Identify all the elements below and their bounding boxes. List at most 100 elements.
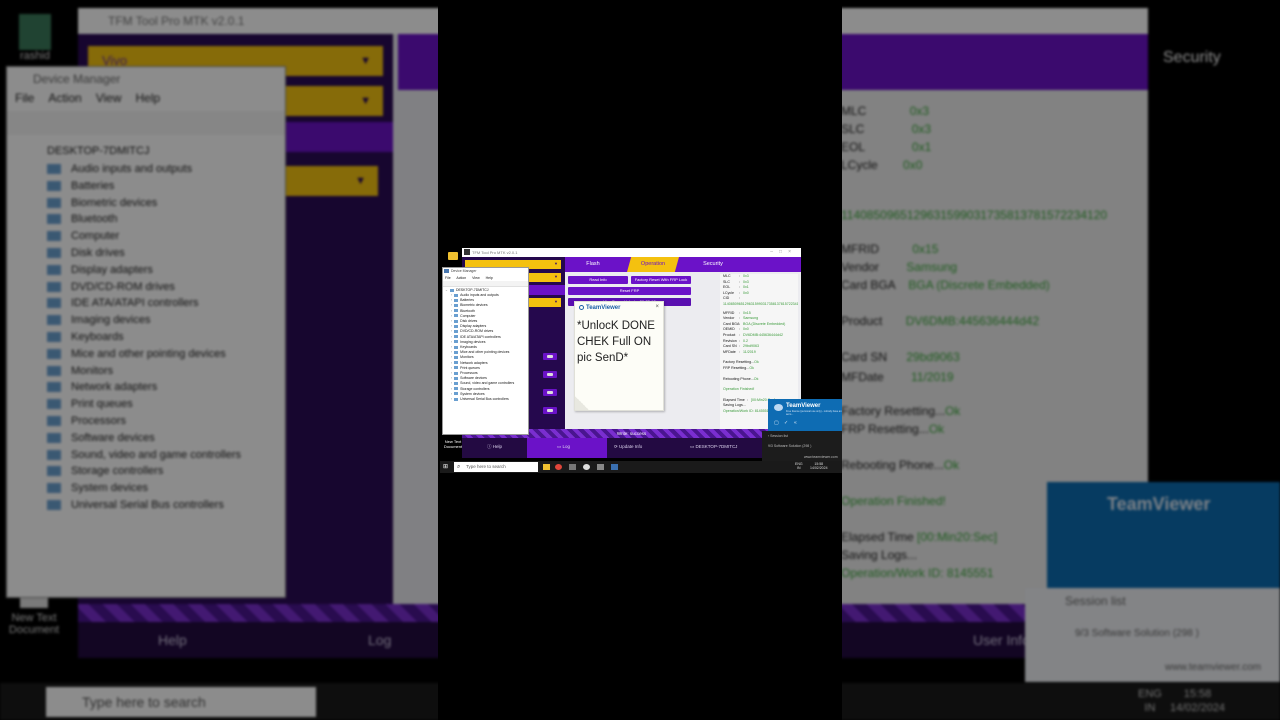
teamviewer-session-list: › Session list 9/3 Software Solution (29… (762, 431, 842, 463)
dm-category[interactable]: › Disk drives (451, 319, 477, 323)
teamviewer-note: TeamViewer × *UnlocK DONE CHEK Full ON p… (574, 301, 664, 411)
dm-menu-file[interactable]: File (445, 276, 451, 280)
dm-category[interactable]: › Batteries (451, 298, 474, 302)
teamviewer-desc: Free license (personal use only) - nobod… (786, 410, 842, 416)
session-item[interactable]: 9/3 Software Solution (298 ) (768, 444, 811, 448)
bg-device-manager: Device Manager File Action View Help DESKTO… (6, 66, 286, 598)
dm-category[interactable]: › Processors (451, 371, 478, 375)
device-category-icon (454, 309, 459, 313)
dm-category[interactable]: › Imaging devices (451, 340, 485, 344)
tab-security[interactable]: Security (689, 257, 737, 272)
dm-category[interactable]: › Computer (451, 314, 476, 318)
app-icon-4[interactable] (583, 464, 590, 470)
left-row-button-1[interactable] (543, 353, 557, 360)
dm-category[interactable]: › Audio inputs and outputs (451, 293, 499, 297)
note-corner (575, 396, 589, 410)
dm-category[interactable]: › Biometric devices (451, 303, 488, 307)
device-category-icon (454, 319, 459, 323)
tab-flash[interactable]: Flash (571, 257, 615, 272)
tab-operation[interactable]: Operation (627, 257, 679, 272)
dm-category[interactable]: › Monitors (451, 355, 474, 359)
log-button[interactable]: ▭ Log (557, 444, 570, 450)
dm-category[interactable]: › Keyboards (451, 345, 477, 349)
help-button[interactable]: ⓘ Help (487, 444, 502, 450)
reset-frp-button[interactable]: Reset FRP (568, 287, 691, 295)
bg-dm-category: Sound, video and game controllers (47, 449, 241, 461)
copy-icon[interactable]: ▢ (774, 420, 779, 426)
read-info-button[interactable]: Read Info (568, 276, 628, 284)
app-icon-3[interactable] (569, 464, 576, 470)
bg-dm-category: Processors (47, 415, 126, 427)
tfm-bottom-bar: ⓘ Help ▭ Log ⟳ Update Info ▭ DESKTOP-7DM… (462, 438, 801, 458)
dm-category[interactable]: › Universal Serial Bus controllers (451, 397, 509, 401)
app-icon-5[interactable] (597, 464, 604, 470)
note-header: TeamViewer (579, 305, 620, 311)
bg-dm-category: Display adapters (47, 264, 153, 276)
bg-dm-category: Keyboards (47, 331, 124, 343)
device-category-icon (454, 340, 459, 344)
dm-category[interactable]: › Storage controllers (451, 387, 490, 391)
bg-dm-category: Biometric devices (47, 197, 157, 209)
device-category-icon (454, 350, 459, 354)
taskbar-search[interactable]: Type here to search (454, 462, 538, 472)
left-row-button-3[interactable] (543, 389, 557, 396)
computer-icon (449, 288, 454, 292)
arrow-icon[interactable]: « (794, 420, 797, 426)
bg-dm-category: Imaging devices (47, 314, 151, 326)
pc-name-label: ▭ DESKTOP-7DMITCJ (690, 444, 738, 449)
device-category-icon (454, 314, 459, 318)
dm-category[interactable]: › Print queues (451, 366, 480, 370)
dm-category[interactable]: › Network adapters (451, 361, 488, 365)
dm-root-node[interactable]: ⌄ DESKTOP-7DMITCJ (445, 288, 489, 292)
bg-dm-category: Network adapters (47, 381, 157, 393)
dm-category[interactable]: › Sound, video and game controllers (451, 381, 514, 385)
bg-dm-category: Bluetooth (47, 213, 117, 225)
teamviewer-popup: TeamViewer Free license (personal use on… (768, 399, 842, 431)
dm-menu-action[interactable]: Action (456, 276, 466, 280)
language-indicator[interactable]: ENG IN (795, 462, 803, 470)
device-category-icon (454, 371, 459, 375)
dm-category[interactable]: › Bluetooth (451, 309, 475, 313)
windows-start-icon[interactable]: ⊞ (443, 464, 449, 470)
dm-titlebar: Device Manager (443, 268, 528, 275)
factory-reset-frp-button[interactable]: Factory Reset With FRP Lock (631, 276, 691, 284)
close-icon[interactable]: × (655, 304, 659, 310)
dm-category[interactable]: › Software devices (451, 376, 487, 380)
dm-category[interactable]: › System devices (451, 392, 485, 396)
tfm-logo-icon (464, 249, 470, 255)
bg-dm-menu: File Action View Help (15, 91, 161, 105)
device-category-icon (454, 376, 459, 380)
file-explorer-icon[interactable] (543, 464, 550, 470)
dm-category[interactable]: › DVD/CD-ROM drives (451, 329, 493, 333)
desktop-folder-icon[interactable] (442, 247, 464, 265)
dm-category[interactable]: › Display adapters (451, 324, 486, 328)
device-category-icon (454, 361, 459, 365)
device-category-icon (454, 355, 459, 359)
bg-dm-category: Software devices (47, 432, 155, 444)
dm-menu-view[interactable]: View (472, 276, 480, 280)
bg-dm-category: Monitors (47, 365, 113, 377)
dm-menu-help[interactable]: Help (486, 276, 493, 280)
user-folder-icon (19, 14, 51, 50)
teamviewer-icon (774, 404, 783, 411)
session-list-label[interactable]: › Session list (768, 434, 788, 438)
chrome-icon[interactable] (555, 464, 562, 470)
bg-dm-root: DESKTOP-7DMITCJ (47, 145, 150, 157)
clock[interactable]: 15:58 14/02/2024 (810, 462, 828, 470)
device-category-icon (454, 387, 459, 391)
device-category-icon (454, 324, 459, 328)
left-row-button-2[interactable] (543, 371, 557, 378)
update-info-button[interactable]: ⟳ Update Info (614, 444, 642, 450)
bg-dm-category: IDE ATA/ATAPI controllers (47, 297, 199, 309)
log-row: 1140850965129631599031735813781572234120 (723, 302, 798, 306)
left-row-button-4[interactable] (543, 407, 557, 414)
dm-category[interactable]: › IDE ATA/ATAPI controllers (451, 335, 501, 339)
check-icon[interactable]: ✓ (784, 420, 788, 426)
window-controls[interactable]: –□× (770, 248, 797, 257)
dm-category[interactable]: › Mice and other pointing devices (451, 350, 509, 354)
teamviewer-taskbar-icon[interactable] (611, 464, 618, 470)
log-work-id: Operation/Work ID: 8145551 (723, 409, 769, 413)
bg-security-tab: Security (1163, 49, 1221, 66)
bg-dm-category: Universal Serial Bus controllers (47, 499, 224, 511)
device-category-icon (454, 335, 459, 339)
